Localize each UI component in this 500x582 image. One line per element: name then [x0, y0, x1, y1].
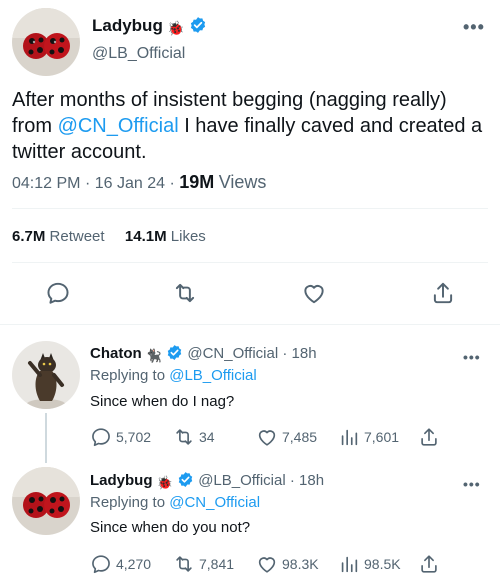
retweet-icon: [175, 283, 195, 303]
separator-dot: ·: [84, 175, 91, 192]
replying-to: Replying to @LB_Official: [90, 367, 257, 384]
like-count: 98.3K: [282, 556, 319, 572]
author-header: Ladybug 🐞: [92, 16, 207, 39]
more-options-icon[interactable]: •••: [463, 350, 481, 364]
like-button[interactable]: 7,485: [256, 426, 317, 448]
cat-avatar-image: [12, 341, 80, 409]
divider: [12, 208, 488, 209]
likes-count: 14.1M: [124, 228, 167, 245]
reply-button[interactable]: [45, 280, 71, 306]
reply-icon: [47, 282, 69, 304]
replying-to-label: Replying to: [90, 367, 166, 384]
reply-author-handle[interactable]: @CN_Official: [187, 345, 278, 362]
share-icon: [421, 428, 437, 446]
more-options-icon[interactable]: •••: [463, 477, 481, 491]
author-name[interactable]: Ladybug: [92, 16, 163, 35]
ladybug-avatar-image: [12, 8, 80, 76]
reply-author-name[interactable]: Ladybug: [90, 472, 153, 489]
replying-to: Replying to @CN_Official: [90, 494, 260, 511]
views-chart-icon: [341, 556, 358, 573]
mention-link[interactable]: @CN_Official: [58, 115, 179, 137]
separator-dot: ·: [282, 345, 288, 362]
views-count: 19M: [179, 172, 215, 192]
separator-dot: ·: [289, 472, 295, 489]
replying-to-link[interactable]: @CN_Official: [169, 494, 260, 511]
reply-header: Chaton 🐈‍⬛ @CN_Official · 18h: [90, 344, 317, 365]
views-chart-icon: [341, 429, 358, 446]
retweet-icon: [176, 429, 192, 445]
share-button[interactable]: [430, 280, 456, 306]
like-button[interactable]: 98.3K: [256, 553, 319, 575]
reply-icon: [92, 555, 110, 574]
like-count: 7,485: [282, 429, 318, 445]
share-button[interactable]: [418, 426, 440, 448]
retweet-button[interactable]: 34: [173, 426, 215, 448]
reply-age[interactable]: 18h: [292, 345, 317, 362]
reply-text: Since when do I nag?: [90, 393, 235, 410]
views-count: 7,601: [364, 429, 400, 445]
verified-badge-icon: [166, 344, 183, 365]
retweet-button[interactable]: 7,841: [173, 553, 234, 575]
likes-label: Likes: [170, 228, 206, 245]
retweet-count: 34: [199, 429, 215, 445]
black-cat-emoji: 🐈‍⬛: [145, 348, 163, 363]
replying-to-label: Replying to: [90, 494, 166, 511]
ladybug-emoji: 🐞: [156, 475, 173, 490]
divider: [0, 324, 500, 325]
reply-author-name[interactable]: Chaton: [90, 345, 142, 362]
retweet-count: 7,841: [199, 556, 235, 572]
reply-avatar[interactable]: [12, 467, 80, 535]
reply-age[interactable]: 18h: [299, 472, 324, 489]
retweet-stat[interactable]: 6.7M Retweet: [12, 228, 109, 245]
reply-button[interactable]: 5,702: [90, 426, 151, 448]
like-button[interactable]: [301, 280, 327, 306]
ladybug-avatar-image: [12, 467, 80, 535]
retweet-button[interactable]: [172, 280, 198, 306]
share-icon: [421, 555, 437, 573]
more-options-icon[interactable]: •••: [463, 18, 485, 36]
reply-count: 5,702: [116, 429, 152, 445]
views-count: 98.5K: [364, 556, 401, 572]
author-handle[interactable]: @LB_Official: [92, 45, 185, 63]
author-avatar[interactable]: [12, 8, 80, 76]
tweet-meta: 04:12 PM · 16 Jan 24 · 19M Views: [12, 172, 266, 193]
tweet-text: After months of insistent begging (naggi…: [12, 87, 492, 165]
ladybug-emoji: 🐞: [167, 20, 185, 36]
heart-icon: [258, 430, 276, 446]
heart-icon: [304, 285, 324, 304]
reply-header: Ladybug 🐞 @LB_Official · 18h: [90, 471, 324, 492]
replying-to-link[interactable]: @LB_Official: [169, 367, 257, 384]
reply-avatar[interactable]: [12, 341, 80, 409]
separator-dot: ·: [169, 175, 175, 192]
retweet-label: Retweet: [49, 228, 105, 245]
retweet-icon: [176, 556, 192, 572]
views-button[interactable]: 7,601: [338, 426, 399, 448]
views-label: Views: [218, 172, 267, 192]
reply-text: Since when do you not?: [90, 519, 251, 536]
engagement-stats: 6.7M Retweet 14.1M Likes: [12, 228, 206, 245]
likes-stat[interactable]: 14.1M Likes: [125, 228, 206, 245]
thread-line: [45, 413, 47, 463]
tweet-date[interactable]: 16 Jan 24: [95, 175, 165, 192]
share-button[interactable]: [418, 553, 440, 575]
divider: [12, 262, 488, 263]
verified-badge-icon: [177, 471, 194, 492]
heart-icon: [258, 557, 276, 573]
verified-badge-icon: [189, 16, 207, 39]
reply-count: 4,270: [116, 556, 152, 572]
retweet-count: 6.7M: [12, 228, 46, 245]
share-icon: [433, 282, 453, 304]
tweet-time[interactable]: 04:12 PM: [12, 175, 80, 192]
reply-button[interactable]: 4,270: [90, 553, 151, 575]
views-button[interactable]: 98.5K: [338, 553, 401, 575]
reply-author-handle[interactable]: @LB_Official: [198, 472, 286, 489]
reply-icon: [92, 428, 110, 447]
